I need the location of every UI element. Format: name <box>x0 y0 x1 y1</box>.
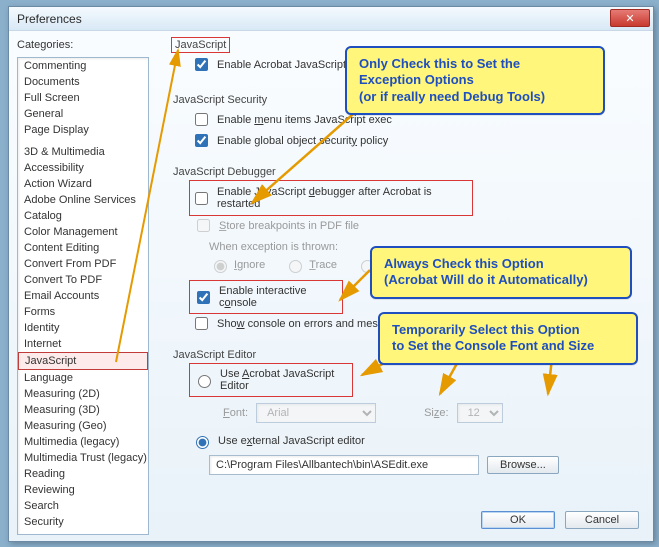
category-item[interactable]: JavaScript <box>18 352 148 370</box>
category-item[interactable]: 3D & Multimedia <box>18 144 148 160</box>
categories-listbox[interactable]: CommentingDocumentsFull ScreenGeneralPag… <box>17 57 149 535</box>
external-editor-path[interactable] <box>209 455 479 475</box>
use-acrobat-editor-input[interactable] <box>198 375 211 388</box>
category-item[interactable]: Internet <box>18 336 148 352</box>
category-item[interactable]: Language <box>18 370 148 386</box>
use-acrobat-editor-row: Use Acrobat JavaScript Editor <box>191 365 351 395</box>
category-item[interactable]: Forms <box>18 304 148 320</box>
category-item[interactable]: Content Editing <box>18 240 148 256</box>
size-select: 12 <box>457 403 503 423</box>
callout-editor-font: Temporarily Select this Option to Set th… <box>378 312 638 365</box>
section-javascript: JavaScript <box>173 39 228 51</box>
interactive-console-row: Enable interactive console <box>191 282 341 312</box>
category-item[interactable]: Adobe Online Services <box>18 192 148 208</box>
categories-column: Categories: CommentingDocumentsFull Scre… <box>17 39 157 533</box>
enable-global-object-input[interactable] <box>195 134 208 147</box>
callout-exception-options: Only Check this to Set the Exception Opt… <box>345 46 605 115</box>
category-item[interactable]: Commenting <box>18 58 148 74</box>
font-label: Font: <box>223 407 248 419</box>
category-item[interactable]: Action Wizard <box>18 176 148 192</box>
category-item[interactable]: Measuring (2D) <box>18 386 148 402</box>
show-console-input[interactable] <box>195 317 208 330</box>
section-javascript-debugger: JavaScript Debugger <box>173 166 645 178</box>
close-button[interactable]: ✕ <box>610 9 650 27</box>
close-icon: ✕ <box>625 12 634 25</box>
category-item[interactable]: Convert From PDF <box>18 256 148 272</box>
enable-debugger-checkbox[interactable]: Enable JavaScript debugger after Acrobat… <box>191 186 467 210</box>
category-item[interactable]: Catalog <box>18 208 148 224</box>
category-item[interactable]: Measuring (Geo) <box>18 418 148 434</box>
enable-global-object-checkbox[interactable]: Enable global object security policy <box>191 131 645 150</box>
use-acrobat-editor-radio[interactable]: Use Acrobat JavaScript Editor <box>193 368 349 392</box>
category-item[interactable]: General <box>18 106 148 122</box>
category-item[interactable]: Multimedia (legacy) <box>18 434 148 450</box>
enable-debugger-row: Enable JavaScript debugger after Acrobat… <box>191 182 471 214</box>
font-select: Arial <box>256 403 376 423</box>
category-item[interactable]: Documents <box>18 74 148 90</box>
enable-acrobat-javascript-input[interactable] <box>195 58 208 71</box>
category-item[interactable]: Email Accounts <box>18 288 148 304</box>
category-item[interactable]: Full Screen <box>18 90 148 106</box>
category-item[interactable]: Reviewing <box>18 482 148 498</box>
browse-button[interactable]: Browse... <box>487 456 559 474</box>
callout-interactive-console: Always Check this Option (Acrobat Will d… <box>370 246 632 299</box>
categories-label: Categories: <box>17 39 157 51</box>
trace-radio <box>289 260 302 273</box>
category-item[interactable]: Security <box>18 514 148 530</box>
store-breakpoints-checkbox: Store breakpoints in PDF file <box>193 216 645 235</box>
enable-menu-items-input[interactable] <box>195 113 208 126</box>
enable-debugger-input[interactable] <box>195 192 208 205</box>
category-item[interactable]: Color Management <box>18 224 148 240</box>
store-breakpoints-input <box>197 219 210 232</box>
category-item[interactable]: Page Display <box>18 122 148 138</box>
window-title: Preferences <box>17 12 82 26</box>
size-label: Size: <box>424 407 448 419</box>
external-path-row: Browse... <box>209 455 645 475</box>
category-item[interactable]: Measuring (3D) <box>18 402 148 418</box>
category-item[interactable]: Reading <box>18 466 148 482</box>
cancel-button[interactable]: Cancel <box>565 511 639 529</box>
font-size-row: Font: Arial Size: 12 <box>223 403 645 423</box>
interactive-console-checkbox[interactable]: Enable interactive console <box>193 285 339 309</box>
category-item[interactable]: Identity <box>18 320 148 336</box>
ignore-radio <box>214 260 227 273</box>
use-external-editor-input[interactable] <box>196 436 209 449</box>
titlebar: Preferences ✕ <box>9 7 653 31</box>
dialog-footer: OK Cancel <box>481 511 639 529</box>
category-item[interactable]: Convert To PDF <box>18 272 148 288</box>
use-external-editor-radio[interactable]: Use external JavaScript editor <box>191 433 645 449</box>
category-item[interactable]: Accessibility <box>18 160 148 176</box>
ok-button[interactable]: OK <box>481 511 555 529</box>
category-item[interactable]: Multimedia Trust (legacy) <box>18 450 148 466</box>
category-item[interactable]: Search <box>18 498 148 514</box>
interactive-console-input[interactable] <box>197 291 210 304</box>
